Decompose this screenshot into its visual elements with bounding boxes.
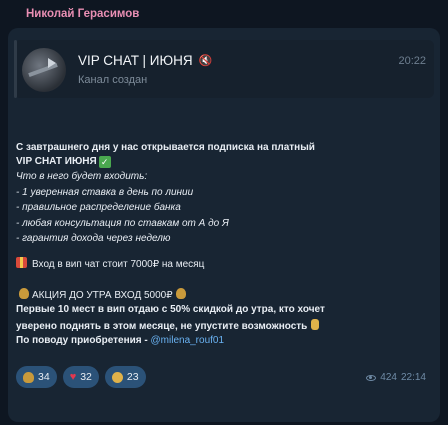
gift-icon bbox=[16, 257, 27, 268]
check-icon: ✓ bbox=[98, 156, 111, 168]
message-meta: 424 22:14 bbox=[366, 372, 426, 383]
forwarded-channel-subtitle: Канал создан bbox=[78, 74, 148, 86]
mute-icon: 🔇 bbox=[198, 55, 213, 67]
reaction-money-bag[interactable]: 34 bbox=[16, 366, 57, 388]
list-item: - правильное распределение банка bbox=[16, 202, 181, 213]
promo-line: уверено поднять в этом месяце, не упусти… bbox=[16, 319, 320, 332]
sender-name[interactable]: Николай Герасимов bbox=[26, 8, 139, 20]
money-bag-icon bbox=[19, 288, 29, 299]
view-count: 424 bbox=[380, 372, 397, 383]
promo-title: АКЦИЯ ДО УТРА ВХОД 5000₽ bbox=[16, 288, 189, 301]
muscle-icon bbox=[111, 371, 123, 383]
reaction-muscle[interactable]: 23 bbox=[104, 366, 146, 388]
play-icon bbox=[48, 58, 56, 68]
forwarded-time: 20:22 bbox=[398, 55, 426, 67]
contact-line: По поводу приобретения - @milena_rouf01 bbox=[16, 335, 225, 346]
forwarded-channel-title[interactable]: VIP CHAT | ИЮНЯ 🔇 bbox=[78, 53, 212, 68]
money-bag-icon bbox=[175, 288, 186, 299]
reaction-heart[interactable]: ♥ 32 bbox=[62, 366, 99, 388]
message-time: 22:14 bbox=[400, 372, 426, 383]
message-line: VIP СНАТ ИЮНЯ ✓ bbox=[16, 156, 111, 168]
list-item: - любая консультация по ставкам от А до … bbox=[16, 218, 229, 229]
reactions-bar: 34 ♥ 32 23 bbox=[16, 366, 146, 388]
eye-icon bbox=[366, 374, 377, 381]
heart-icon: ♥ bbox=[69, 371, 77, 383]
promo-line: Первые 10 мест в вип отдаю с 50% скидкой… bbox=[16, 304, 325, 315]
list-item: - 1 уверенная ставка в день по линии bbox=[16, 187, 194, 198]
contact-link[interactable]: @milena_rouf01 bbox=[151, 335, 225, 346]
forwarded-channel-card[interactable] bbox=[14, 40, 434, 98]
money-bag-icon bbox=[23, 371, 34, 383]
channel-avatar[interactable] bbox=[22, 48, 66, 92]
message-line: С завтрашнего дня у нас открывается подп… bbox=[16, 142, 315, 153]
forward-accent-bar bbox=[14, 40, 17, 98]
message-line: Что в него будет входить: bbox=[16, 171, 148, 182]
price-line: Вход в вип чат стоит 7000₽ на месяц bbox=[16, 257, 204, 270]
pointing-down-icon bbox=[311, 319, 320, 330]
list-item: - гарантия дохода через неделю bbox=[16, 233, 171, 244]
